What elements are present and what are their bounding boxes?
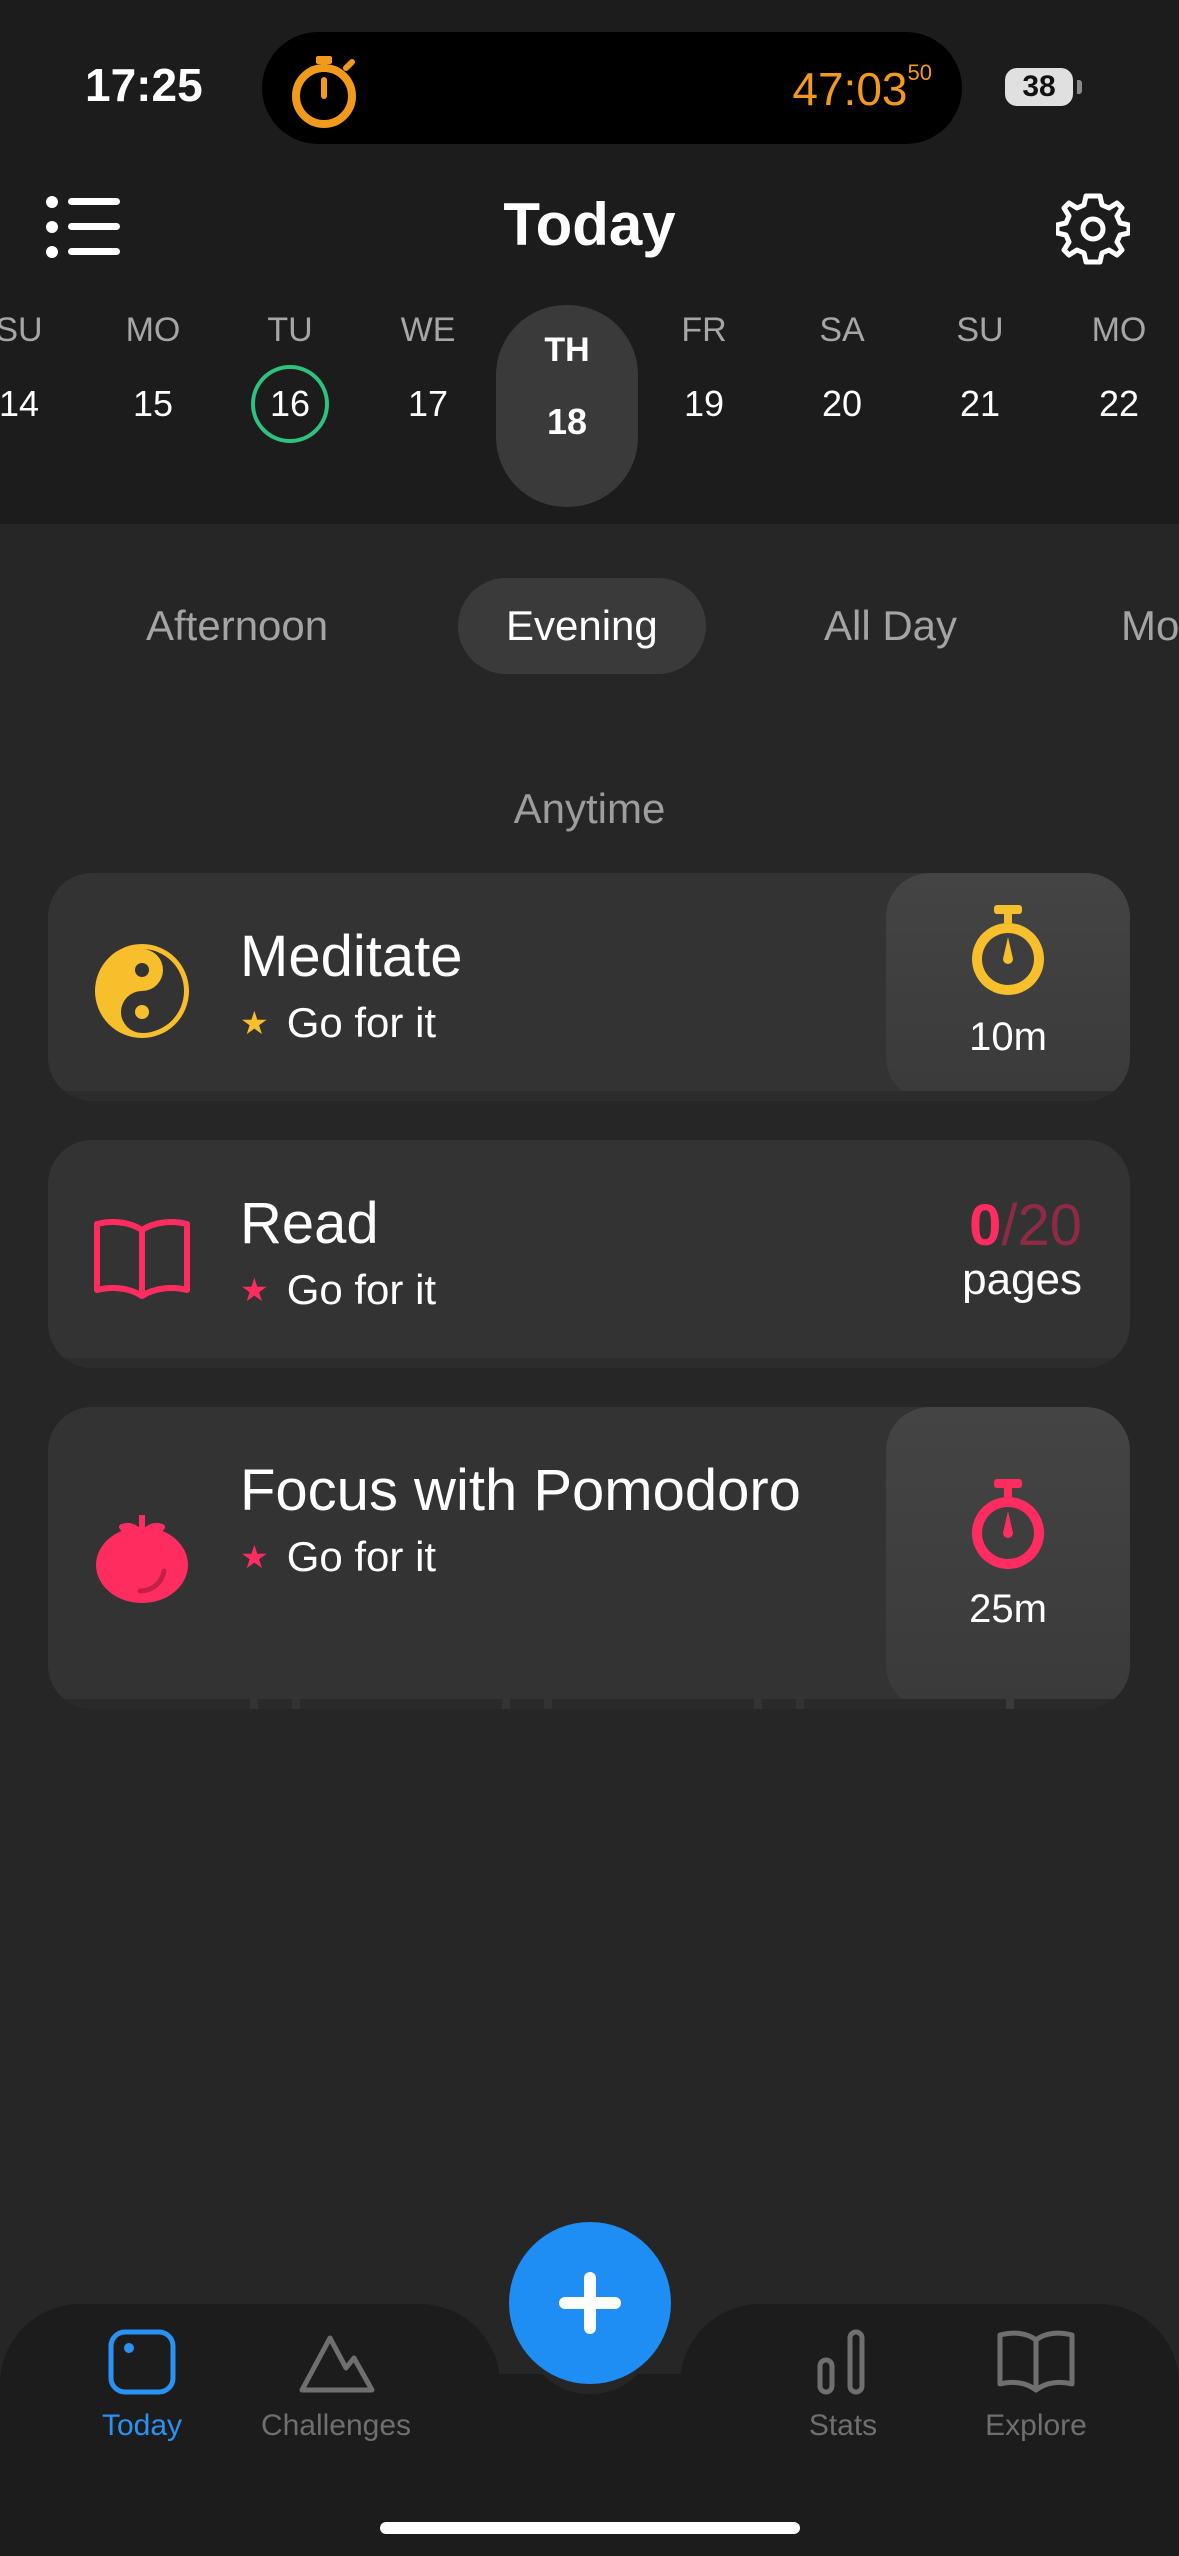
star-icon: ★	[240, 1539, 269, 1575]
tab-label: Challenges	[260, 2409, 412, 2442]
battery-indicator: 38	[1005, 68, 1073, 106]
day-of-week: FR	[681, 311, 727, 349]
day-number: 22	[1098, 383, 1140, 424]
progress-unit: pages	[962, 1255, 1082, 1304]
page-title: Today	[503, 191, 676, 258]
live-timer: 47:0350	[792, 60, 932, 115]
segment-morning[interactable]: Mo	[1073, 578, 1179, 674]
day-number-wrap: 16	[221, 365, 359, 443]
header-area: 17:25 47:0350 38 Today SU 14 MO 15 TU 16…	[0, 0, 1179, 524]
day-number: 19	[683, 383, 725, 424]
day-number: 20	[821, 383, 863, 424]
habit-subtitle: ★ Go for it	[240, 1266, 437, 1313]
day-number: 14	[0, 383, 40, 424]
segment-evening[interactable]: Evening	[458, 578, 706, 674]
card-progress-track	[48, 1358, 1130, 1368]
battery-tip	[1077, 80, 1082, 94]
day-cell[interactable]: SU 21	[911, 305, 1049, 429]
pomodoro-segment	[258, 1699, 292, 1709]
day-of-week: TH	[544, 331, 590, 369]
day-cell[interactable]: FR 19	[635, 305, 773, 429]
day-number: 21	[959, 383, 1001, 424]
day-number: 18	[546, 401, 588, 442]
tab-label: Explore	[985, 2409, 1087, 2442]
habit-card-read[interactable]: Read ★ Go for it 0/20 pages	[48, 1140, 1130, 1368]
pomodoro-segment	[762, 1699, 796, 1709]
timer-duration: 10m	[969, 1015, 1047, 1059]
book-icon	[94, 1219, 190, 1299]
day-of-week: SU	[0, 311, 43, 349]
day-cell[interactable]: MO 22	[1050, 305, 1179, 429]
day-of-week: WE	[400, 311, 456, 349]
today-square-icon	[108, 2329, 176, 2395]
day-of-week: SU	[956, 311, 1004, 349]
add-habit-button[interactable]	[509, 2222, 671, 2384]
progress-current: 0	[969, 1193, 1002, 1258]
tab-label: Today	[101, 2409, 183, 2442]
progress-total: /20	[1001, 1193, 1082, 1258]
habit-card-pomodoro[interactable]: Focus with Pomodoro ★ Go for it 25m	[48, 1407, 1130, 1709]
gear-icon[interactable]	[1056, 192, 1130, 266]
bar-chart-icon	[817, 2329, 865, 2395]
day-of-week: MO	[1091, 311, 1147, 349]
open-book-icon	[997, 2330, 1075, 2393]
tab-stats[interactable]: Stats	[753, 2328, 933, 2443]
dynamic-island[interactable]: 47:0350	[262, 32, 962, 144]
day-cell[interactable]: SU 14	[0, 305, 88, 429]
day-of-week: SA	[819, 311, 865, 349]
star-icon: ★	[240, 1005, 269, 1041]
status-time: 17:25	[85, 59, 203, 111]
timer-button[interactable]: 10m	[886, 873, 1130, 1101]
timer-button[interactable]: 25m	[886, 1407, 1130, 1709]
plus-icon	[559, 2272, 621, 2334]
habit-card-meditate[interactable]: Meditate ★ Go for it 10m	[48, 873, 1130, 1101]
day-cell-selected[interactable]: TH 18	[496, 305, 638, 507]
day-of-week: TU	[267, 311, 313, 349]
tab-challenges[interactable]: Challenges	[246, 2328, 426, 2443]
home-indicator[interactable]	[380, 2522, 800, 2534]
yin-yang-icon	[95, 944, 189, 1038]
tab-explore[interactable]: Explore	[946, 2328, 1126, 2443]
mountain-icon	[299, 2335, 375, 2393]
day-cell[interactable]: MO 15	[84, 305, 222, 429]
stopwatch-icon	[972, 1479, 1044, 1569]
pomodoro-segment	[1014, 1699, 1130, 1709]
stopwatch-icon	[972, 905, 1044, 995]
day-number: 17	[407, 383, 449, 424]
day-cell[interactable]: WE 17	[359, 305, 497, 429]
section-label: Anytime	[513, 785, 666, 832]
pomodoro-segment	[48, 1699, 250, 1709]
habit-title: Read	[240, 1191, 379, 1256]
habit-subtitle: ★ Go for it	[240, 1533, 437, 1580]
habit-subtitle: ★ Go for it	[240, 999, 437, 1046]
star-icon: ★	[240, 1272, 269, 1308]
tab-label: Stats	[808, 2409, 878, 2442]
day-number: 15	[132, 383, 174, 424]
segment-afternoon[interactable]: Afternoon	[98, 578, 376, 674]
habit-title: Focus with Pomodoro	[240, 1458, 801, 1523]
pomodoro-segment	[300, 1699, 502, 1709]
today-ring: 16	[251, 365, 329, 443]
pomodoro-segment	[552, 1699, 754, 1709]
card-progress-track	[48, 1091, 1130, 1101]
day-of-week: MO	[125, 311, 181, 349]
tomato-icon	[96, 1515, 188, 1603]
timer-duration: 25m	[969, 1587, 1047, 1631]
segment-all-day[interactable]: All Day	[776, 578, 1005, 674]
day-cell[interactable]: SA 20	[773, 305, 911, 429]
pomodoro-segment	[510, 1699, 544, 1709]
habit-title: Meditate	[240, 924, 463, 989]
day-cell-today[interactable]: TU 16	[221, 305, 359, 443]
habit-progress: 0/20 pages	[962, 1192, 1082, 1305]
tab-today[interactable]: Today	[52, 2328, 232, 2443]
pomodoro-segment	[804, 1699, 1006, 1709]
stopwatch-icon	[292, 56, 356, 128]
